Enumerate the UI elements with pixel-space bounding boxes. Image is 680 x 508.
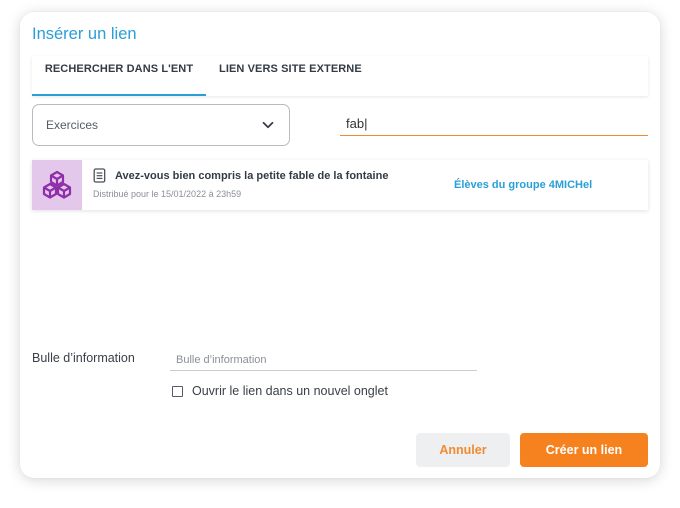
result-group: Élèves du groupe 4MICHel: [454, 179, 593, 191]
document-icon: [93, 168, 106, 183]
create-link-button[interactable]: Créer un lien: [520, 433, 648, 467]
cubes-icon: [42, 170, 72, 199]
cancel-button[interactable]: Annuler: [416, 433, 510, 467]
insert-link-dialog: Insérer un lien RECHERCHER DANS L'ENT LI…: [20, 12, 660, 478]
tab-bar: RECHERCHER DANS L'ENT LIEN VERS SITE EXT…: [32, 56, 648, 96]
result-item[interactable]: Avez-vous bien compris la petite fable d…: [32, 160, 648, 210]
new-tab-checkbox[interactable]: [172, 386, 183, 397]
chevron-down-icon: [262, 121, 274, 129]
tooltip-input[interactable]: [170, 349, 477, 371]
tab-external-link[interactable]: LIEN VERS SITE EXTERNE: [219, 56, 362, 96]
result-due-date: Distribué pour le 15/01/2022 à 23h59: [93, 189, 242, 199]
resource-type-select[interactable]: Exercices: [32, 104, 290, 146]
tab-search-ent[interactable]: RECHERCHER DANS L'ENT: [32, 56, 206, 96]
dialog-title: Insérer un lien: [32, 25, 137, 43]
tooltip-label: Bulle d’information: [32, 351, 135, 365]
resource-type-value: Exercices: [46, 118, 99, 132]
result-thumbnail: [32, 160, 82, 210]
search-input[interactable]: [340, 112, 648, 136]
new-tab-label: Ouvrir le lien dans un nouvel onglet: [192, 384, 388, 398]
result-title: Avez-vous bien compris la petite fable d…: [115, 170, 389, 182]
